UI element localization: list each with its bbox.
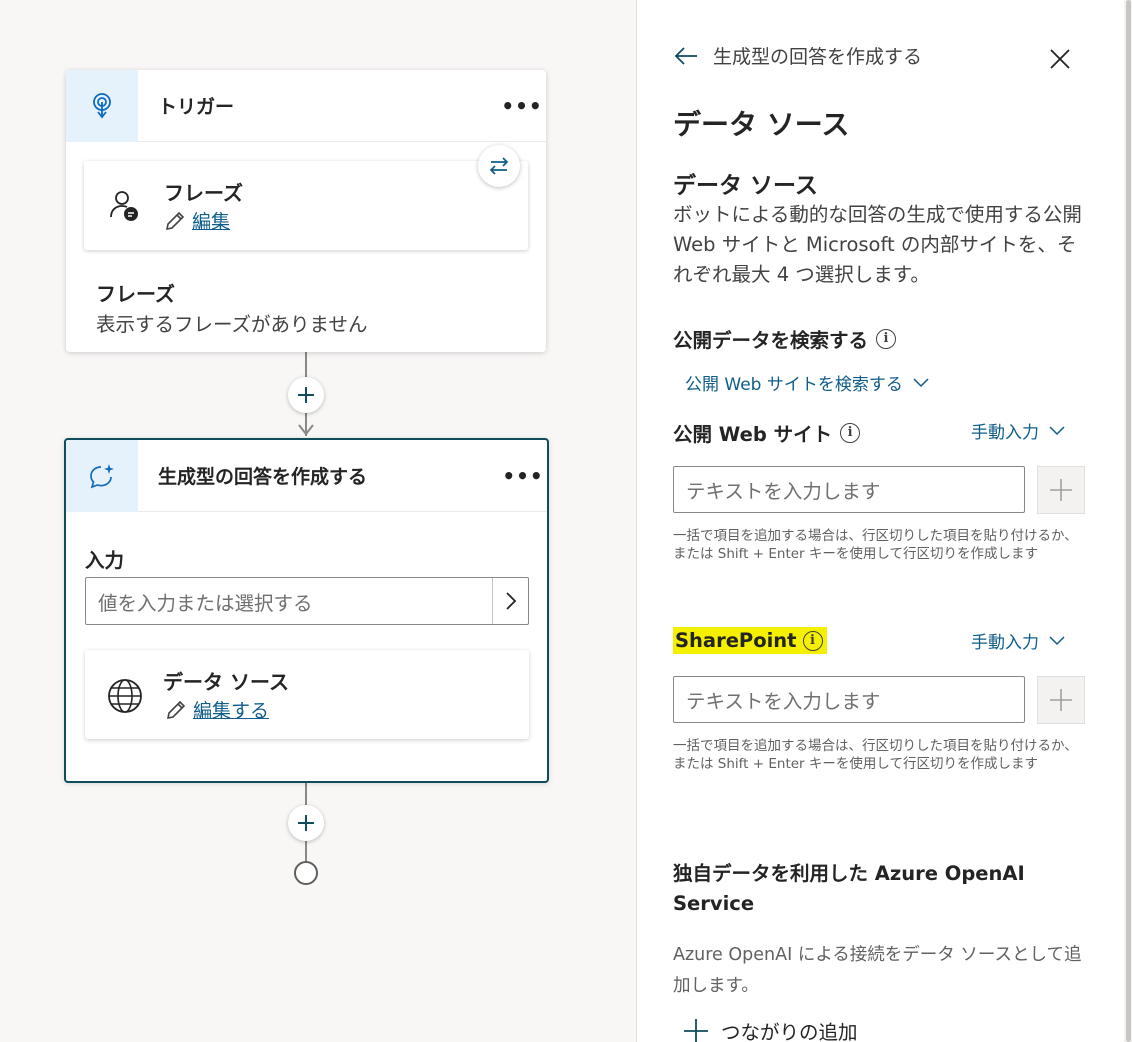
info-icon[interactable]: i bbox=[876, 328, 897, 349]
sharepoint-hint: 一括で項目を追加する場合は、行区切りした項目を貼り付けるか、または Shift … bbox=[673, 738, 1078, 772]
public-web-mode-value: 手動入力 bbox=[971, 423, 1039, 443]
sharepoint-input[interactable]: テキストを入力します bbox=[673, 676, 1025, 723]
add-node-button[interactable] bbox=[288, 377, 324, 413]
sharepoint-input-placeholder: テキストを入力します bbox=[686, 690, 881, 713]
info-icon[interactable]: i bbox=[802, 630, 823, 651]
add-connection-button[interactable]: つながりの追加 bbox=[683, 1016, 858, 1042]
person-chat-icon bbox=[108, 189, 142, 227]
public-web-hint: 一括で項目を追加する場合は、行区切りした項目を貼り付けるか、または Shift … bbox=[673, 528, 1078, 562]
arrow-down-icon bbox=[298, 424, 314, 436]
pencil-icon bbox=[165, 211, 185, 230]
public-web-mode-dropdown[interactable]: 手動入力 bbox=[971, 418, 1065, 443]
sharepoint-highlight: SharePoint i bbox=[673, 627, 827, 654]
public-web-label-text: 公開 Web サイト bbox=[673, 423, 833, 446]
add-node-button[interactable] bbox=[288, 805, 324, 841]
phrase-card[interactable]: フレーズ 編集 bbox=[84, 161, 528, 250]
panel-description: ボットによる動的な回答の生成で使用する公開 Web サイトと Microsoft… bbox=[673, 203, 1082, 286]
input-placeholder: 値を入力または選択する bbox=[98, 591, 313, 615]
plus-icon bbox=[1050, 689, 1072, 711]
plus-icon bbox=[684, 1018, 708, 1042]
back-button[interactable]: 生成型の回答を作成する bbox=[673, 42, 922, 69]
chevron-down-icon bbox=[1049, 425, 1065, 435]
edit-link-label: 編集 bbox=[192, 211, 231, 233]
close-icon[interactable] bbox=[1045, 44, 1075, 74]
public-search-dropdown-value: 公開 Web サイトを検索する bbox=[685, 375, 903, 395]
phrases-heading: フレーズ bbox=[96, 282, 175, 306]
plus-icon bbox=[1050, 479, 1072, 501]
chevron-down-icon bbox=[913, 377, 929, 387]
public-search-label: 公開データを検索する i bbox=[673, 324, 897, 353]
globe-icon bbox=[107, 678, 143, 718]
chevron-right-icon[interactable] bbox=[492, 578, 528, 624]
sparkle-chat-icon bbox=[66, 439, 138, 512]
generative-answers-node[interactable]: 生成型の回答を作成する ••• 入力 値を入力または選択する データ ソース 編… bbox=[64, 438, 549, 783]
flow-canvas: トリガー ••• フレーズ 編集 フレーズ 表示するフレーズがありません 生成型… bbox=[0, 0, 636, 1042]
panel-scrollbar[interactable] bbox=[1124, 0, 1132, 1042]
add-sharepoint-button[interactable] bbox=[1037, 676, 1085, 724]
plus-icon bbox=[298, 387, 314, 403]
public-search-dropdown[interactable]: 公開 Web サイトを検索する bbox=[685, 370, 929, 395]
end-node bbox=[294, 861, 318, 885]
phrases-empty-text: 表示するフレーズがありません bbox=[96, 313, 368, 336]
more-options-button[interactable]: ••• bbox=[499, 452, 547, 500]
sharepoint-label-text: SharePoint bbox=[675, 629, 797, 652]
sharepoint-mode-dropdown[interactable]: 手動入力 bbox=[971, 628, 1065, 653]
swap-trigger-button[interactable] bbox=[478, 145, 520, 187]
azure-heading: 独自データを利用した Azure OpenAI Service bbox=[673, 862, 1025, 915]
panel-heading: データ ソース bbox=[673, 108, 850, 141]
trigger-icon bbox=[66, 69, 138, 142]
swap-arrows-icon bbox=[489, 157, 509, 175]
input-label: 入力 bbox=[85, 549, 125, 572]
sharepoint-mode-value: 手動入力 bbox=[971, 633, 1039, 653]
scrollbar-thumb[interactable] bbox=[1126, 0, 1131, 1042]
info-icon[interactable]: i bbox=[840, 422, 861, 443]
panel-subheading: データ ソース bbox=[673, 173, 818, 199]
phrase-card-title: フレーズ bbox=[164, 181, 243, 205]
trigger-node[interactable]: トリガー ••• フレーズ 編集 フレーズ 表示するフレーズがありません bbox=[66, 69, 546, 352]
edit-link[interactable]: 編集 bbox=[164, 207, 230, 234]
azure-description: Azure OpenAI による接続をデータ ソースとして追加します。 bbox=[673, 945, 1082, 996]
more-options-button[interactable]: ••• bbox=[498, 82, 546, 130]
panel-back-title: 生成型の回答を作成する bbox=[713, 46, 923, 68]
add-connection-label: つながりの追加 bbox=[721, 1021, 858, 1042]
plus-icon bbox=[298, 815, 314, 831]
arrow-left-icon bbox=[674, 46, 697, 65]
node-header: トリガー ••• bbox=[66, 69, 546, 142]
node-header: 生成型の回答を作成する ••• bbox=[66, 439, 547, 512]
public-search-label-text: 公開データを検索する bbox=[673, 329, 869, 352]
public-web-input[interactable]: テキストを入力します bbox=[673, 466, 1025, 513]
pencil-icon bbox=[166, 700, 186, 719]
datasource-card-title: データ ソース bbox=[163, 670, 289, 694]
node-title: トリガー bbox=[158, 96, 235, 118]
public-web-input-placeholder: テキストを入力します bbox=[686, 480, 881, 503]
input-value-field[interactable]: 値を入力または選択する bbox=[85, 577, 529, 625]
sharepoint-label: SharePoint i bbox=[673, 627, 827, 654]
public-web-label: 公開 Web サイト i bbox=[673, 418, 861, 447]
edit-datasource-link[interactable]: 編集する bbox=[165, 696, 269, 723]
properties-panel: 生成型の回答を作成する データ ソース データ ソース ボットによる動的な回答の… bbox=[636, 0, 1132, 1042]
datasource-card[interactable]: データ ソース 編集する bbox=[85, 650, 529, 739]
chevron-down-icon bbox=[1049, 635, 1065, 645]
edit-link-label: 編集する bbox=[193, 700, 270, 722]
add-public-web-button[interactable] bbox=[1037, 466, 1085, 514]
node-title: 生成型の回答を作成する bbox=[158, 466, 368, 488]
